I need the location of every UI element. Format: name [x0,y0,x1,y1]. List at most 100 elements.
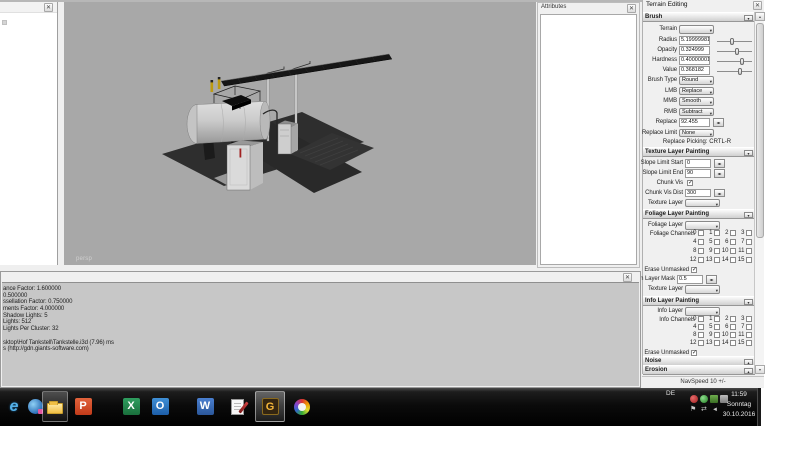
chevron-down-icon[interactable]: ▼ [744,299,753,306]
info-channel-checkbox[interactable] [746,324,752,330]
taskbar-windows-explorer[interactable] [42,391,68,422]
taskbar-powerpoint[interactable]: P [70,391,96,422]
taskbar-excel[interactable]: X [118,391,144,422]
scroll-up-icon[interactable]: ▲ [755,12,765,21]
radius-input[interactable]: 5.19999981 [679,36,710,45]
close-icon[interactable]: ✕ [623,273,632,282]
scroll-down-icon[interactable]: ▼ [755,365,765,374]
taskbar-outlook[interactable]: O [147,391,173,422]
slope-start-input[interactable]: 0 [685,159,711,168]
show-desktop-button[interactable] [757,388,761,426]
foliage-channel-checkbox[interactable] [698,230,704,236]
foliage-channel-checkbox[interactable] [714,239,720,245]
taskbar-word[interactable]: W [192,391,218,422]
scrollbar-thumb[interactable] [756,23,764,238]
foliage-channel-checkbox[interactable] [746,248,752,254]
info-channel-checkbox[interactable] [698,324,704,330]
foliage-channel-checkbox[interactable] [714,230,720,236]
attributes-panel[interactable]: Attributes ✕ [537,2,640,268]
taskbar-graphics-tool[interactable] [289,391,315,422]
chunk-dist-input[interactable]: 300 [685,189,711,198]
foliage-section-header[interactable]: Foliage Layer Painting ▼ [643,209,755,219]
info-channel-checkbox[interactable] [730,324,736,330]
info-channel-checkbox[interactable] [698,332,704,338]
info-channel-checkbox[interactable] [698,316,704,322]
viewport-3d[interactable]: persp [64,2,536,265]
slope-end-input[interactable]: 90 [685,169,711,178]
info-channel-checkbox[interactable] [730,340,736,346]
info-channel-checkbox[interactable] [730,316,736,322]
erase-unmasked-checkbox[interactable] [691,267,697,273]
info-channel-checkbox[interactable] [746,340,752,346]
info-channel-checkbox[interactable] [746,316,752,322]
texture-layer-dropdown[interactable]: ▾ [685,199,720,208]
tray-clock-day[interactable]: Sonntag [720,401,758,408]
value-input[interactable]: 0.368182 [679,66,710,75]
spinner-icon[interactable]: ◂▸ [706,275,717,284]
foliage-texture-layer-dropdown[interactable]: ▾ [685,285,720,294]
chevron-down-icon[interactable]: ▼ [744,212,753,219]
replace-input[interactable]: 92.455 [679,118,710,127]
close-icon[interactable]: ✕ [44,3,53,12]
foliage-channel-checkbox[interactable] [698,239,704,245]
brush-section-header[interactable]: Brush ▼ [643,12,755,22]
opacity-slider[interactable] [717,47,752,55]
info-channel-checkbox[interactable] [746,332,752,338]
foliage-channel-checkbox[interactable] [730,248,736,254]
chunk-vis-checkbox[interactable] [687,180,693,186]
lmb-dropdown[interactable]: Replace▾ [679,87,714,96]
terrain-dropdown[interactable]: ▾ [679,25,714,34]
volume-icon[interactable]: ◄ [712,406,718,414]
info-channel-checkbox[interactable] [714,316,720,322]
terrain-panel-scrollbar[interactable]: ▲ ▼ [754,12,764,374]
scenegraph-panel[interactable]: ✕ [0,2,58,265]
erosion-section-header[interactable]: Erosion ▲ [643,365,755,375]
foliage-channel-checkbox[interactable] [730,239,736,245]
close-icon[interactable]: ✕ [627,4,636,13]
taskbar-giants-editor[interactable]: G [255,391,285,422]
sync-icon[interactable]: ⇄ [701,406,707,414]
foliage-channel-checkbox[interactable] [746,257,752,263]
language-indicator[interactable]: DE [666,390,675,397]
chevron-down-icon[interactable]: ▼ [744,150,753,157]
info-section-header[interactable]: Info Layer Painting ▼ [643,296,755,306]
foliage-channel-checkbox[interactable] [714,248,720,254]
opacity-input[interactable]: 0.324999 [679,46,710,55]
tray-clock-date[interactable]: 30.10.2016 [720,411,758,418]
info-channel-checkbox[interactable] [714,324,720,330]
info-channel-checkbox[interactable] [698,340,704,346]
info-channel-checkbox[interactable] [730,332,736,338]
foliage-channel-checkbox[interactable] [746,239,752,245]
tray-clock-time[interactable]: 11:59 [720,391,758,398]
value-slider[interactable] [717,67,752,75]
info-channel-checkbox[interactable] [714,340,720,346]
foliage-channel-checkbox[interactable] [746,230,752,236]
rmb-dropdown[interactable]: Subtract▾ [679,108,714,117]
texture-section-header[interactable]: Texture Layer Painting ▼ [643,147,755,157]
foliage-channel-checkbox[interactable] [698,248,704,254]
spinner-icon[interactable]: ◂▸ [713,118,724,127]
spinner-icon[interactable]: ◂▸ [714,189,725,198]
foliage-channel-checkbox[interactable] [714,257,720,263]
brush-type-dropdown[interactable]: Round▾ [679,76,714,85]
replace-limit-dropdown[interactable]: None▾ [679,129,714,138]
foliage-channel-checkbox[interactable] [698,257,704,263]
log-panel[interactable]: ✕ ance Factor: 1.600000 0.500000 ssellat… [0,271,641,388]
info-layer-dropdown[interactable]: ▾ [685,307,720,316]
info-channel-checkbox[interactable] [714,332,720,338]
hardness-slider[interactable] [717,57,752,65]
radius-slider[interactable] [717,37,752,45]
terrain-layer-mask-input[interactable]: 0.5 [677,275,703,284]
spinner-icon[interactable]: ◂▸ [714,159,725,168]
tray-status-green-icon[interactable] [700,395,708,403]
mmb-dropdown[interactable]: Smooth▾ [679,97,714,106]
hardness-input[interactable]: 0.40000001 [679,56,710,65]
foliage-channel-checkbox[interactable] [730,257,736,263]
tray-status-red-icon[interactable] [690,395,698,403]
chevron-up-icon[interactable]: ▲ [744,368,753,375]
foliage-channel-checkbox[interactable] [730,230,736,236]
chevron-down-icon[interactable]: ▼ [744,15,753,22]
tray-app-green-icon[interactable] [710,395,718,403]
taskbar-document-viewer[interactable] [224,391,250,422]
spinner-icon[interactable]: ◂▸ [714,169,725,178]
